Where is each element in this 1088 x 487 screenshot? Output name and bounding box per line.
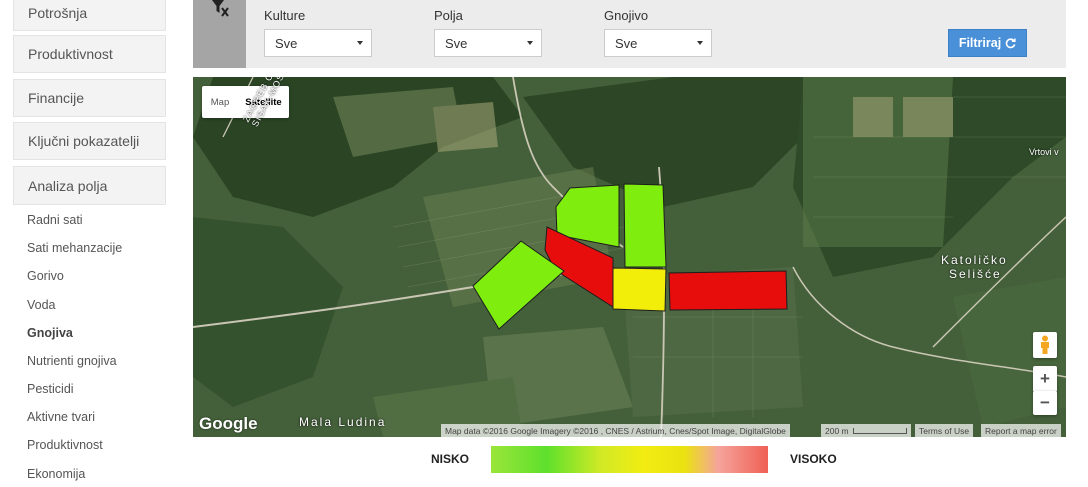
subitem-ekonomija[interactable]: Ekonomija: [27, 467, 85, 481]
report-map-error-link[interactable]: Report a map error: [981, 424, 1061, 437]
refresh-icon: [1005, 37, 1016, 48]
place-label: Mala Ludina: [299, 415, 387, 429]
subitem-voda[interactable]: Voda: [27, 298, 56, 312]
kulture-select[interactable]: Sve: [264, 29, 372, 57]
scale-text: 200 m: [825, 425, 849, 436]
sidebar-item-produktivnost[interactable]: Produktivnost: [13, 35, 166, 73]
satellite-imagery: [193, 77, 1066, 437]
polja-select-value: Sve: [445, 35, 468, 51]
filter-button-label: Filtriraj: [958, 36, 1002, 50]
sidebar-item-label: Produktivnost: [28, 46, 113, 62]
field-polygon-5[interactable]: [612, 267, 667, 312]
filter-clear-button[interactable]: [193, 0, 246, 68]
satellite-map[interactable]: Map Satellite ZAGREB COUNTY SISAK-MOSLAV…: [193, 77, 1066, 437]
place-label: Vrtovi v: [1029, 147, 1059, 157]
sidebar-item-potrosnja[interactable]: Potrošnja: [13, 0, 166, 31]
filter-bar: Kulture Sve Polja Sve Gnojivo Sve Filtri…: [193, 0, 1066, 68]
filter-button[interactable]: Filtriraj: [948, 29, 1027, 57]
scale-bar: [852, 427, 907, 434]
subitem-gnojiva[interactable]: Gnojiva: [27, 326, 73, 340]
google-logo: Google: [199, 414, 258, 433]
subitem-gorivo[interactable]: Gorivo: [27, 269, 64, 283]
gnojivo-select-value: Sve: [615, 35, 638, 51]
sidebar-item-kljucni-pokazatelji[interactable]: Ključni pokazatelji: [13, 122, 166, 160]
polja-label: Polja: [434, 8, 463, 23]
sidebar-item-label: Potrošnja: [28, 4, 88, 21]
street-view-pegman[interactable]: [1033, 332, 1057, 358]
kulture-select-value: Sve: [275, 35, 298, 51]
map-scale: 200 m: [821, 424, 911, 437]
sidebar-item-label: Financije: [28, 90, 85, 106]
gnojivo-select[interactable]: Sve: [604, 29, 712, 57]
kulture-label: Kulture: [264, 8, 306, 23]
field-polygon-6[interactable]: [668, 270, 788, 311]
legend-low-label: NISKO: [431, 452, 470, 466]
sidebar-item-financije[interactable]: Financije: [13, 79, 166, 117]
place-label: Selišće: [949, 267, 1002, 281]
chevron-down-icon: [527, 41, 533, 45]
sidebar-item-label: Analiza polja: [28, 177, 108, 194]
chevron-down-icon: [357, 41, 363, 45]
place-label: Katoličko: [941, 253, 1008, 267]
subitem-nutrienti-gnojiva[interactable]: Nutrienti gnojiva: [27, 354, 117, 368]
subitem-pesticidi[interactable]: Pesticidi: [27, 382, 74, 396]
subitem-radni-sati[interactable]: Radni sati: [27, 213, 83, 227]
sidebar-item-label: Ključni pokazatelji: [28, 133, 140, 149]
attribution-text: Map data ©2016 Google Imagery ©2016 , CN…: [445, 425, 786, 436]
legend-gradient: [491, 446, 768, 473]
pegman-icon: [1041, 335, 1049, 354]
legend-high-label: VISOKO: [790, 452, 837, 466]
sidebar: Potrošnja Produktivnost Financije Ključn…: [0, 0, 180, 487]
polja-select[interactable]: Sve: [434, 29, 542, 57]
gnojivo-label: Gnojivo: [604, 8, 649, 23]
map-type-map-button[interactable]: Map: [202, 86, 238, 118]
zoom-in-button[interactable]: +: [1033, 366, 1057, 392]
map-attribution: Map data ©2016 Google Imagery ©2016 , CN…: [441, 424, 790, 437]
zoom-out-button[interactable]: −: [1033, 391, 1057, 415]
subitem-sati-mehanzacije[interactable]: Sati mehanzacije: [27, 241, 122, 255]
chevron-down-icon: [697, 41, 703, 45]
sidebar-item-analiza-polja[interactable]: Analiza polja: [13, 166, 166, 205]
terms-link[interactable]: Terms of Use: [915, 424, 974, 437]
subitem-produktivnost[interactable]: Produktivnost: [27, 438, 103, 452]
field-polygon-2[interactable]: [623, 183, 667, 268]
filter-clear-icon: [212, 0, 229, 17]
subitem-aktivne-tvari[interactable]: Aktivne tvari: [27, 410, 95, 424]
